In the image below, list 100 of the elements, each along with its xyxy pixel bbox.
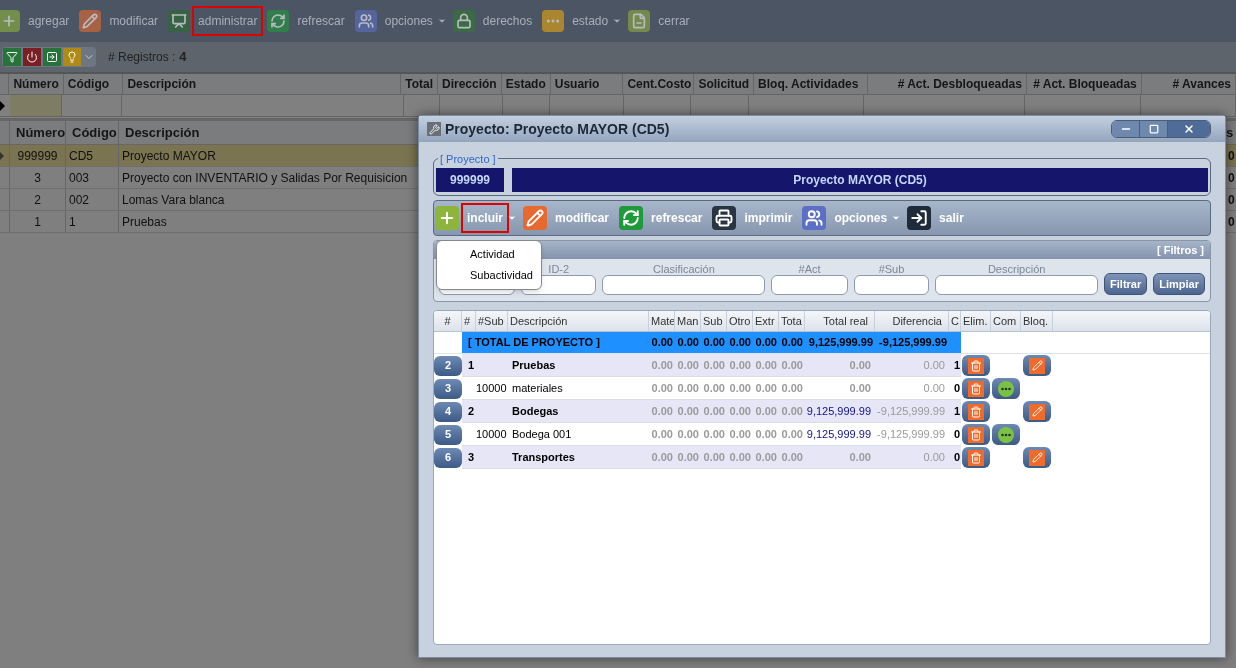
filter-label: #Sub	[878, 262, 905, 275]
filter-button[interactable]: Limpiar	[1153, 273, 1205, 295]
total-label: [ TOTAL DE PROYECTO ]	[467, 335, 601, 351]
column-header[interactable]: Código	[63, 74, 124, 94]
table-cell: 3	[10, 167, 66, 188]
column-header[interactable]: Bloq. Actividades	[754, 74, 868, 94]
table-cell-text: 0.00	[650, 403, 674, 419]
column-header[interactable]: # Act. Bloqueadas	[1026, 74, 1142, 94]
toolbar-button[interactable]: refrescar	[647, 205, 707, 231]
table-cell-text: 0.00	[754, 380, 778, 396]
project-number: 999999	[436, 168, 504, 192]
filter-button[interactable]: Filtrar	[1104, 273, 1148, 295]
column-header[interactable]: Número	[10, 121, 66, 144]
table-cell-text: 0.00	[728, 380, 752, 396]
column-header[interactable]: Solicitud	[694, 74, 755, 94]
column-header[interactable]: Man	[675, 311, 701, 331]
toolbar-button[interactable]: cerrar	[654, 8, 694, 34]
table-cell-text: 0.00	[754, 403, 778, 419]
column-header[interactable]: #	[462, 311, 476, 331]
records-count: 4	[179, 48, 187, 67]
column-header[interactable]: s	[1226, 121, 1236, 144]
column-header[interactable]: Com	[991, 311, 1021, 331]
toolbar-button[interactable]: opciones	[830, 205, 892, 231]
table-cell-text: 0.00	[650, 426, 674, 442]
table-cell-text: 0.00	[728, 426, 752, 442]
toolbar-button[interactable]: administrar	[194, 8, 262, 34]
row-number-button[interactable]: 2	[434, 355, 462, 376]
column-header[interactable]: Diferencia	[875, 311, 949, 331]
toolbar-button[interactable]: agregar	[24, 8, 74, 34]
table-cell-text: 0.00	[848, 380, 872, 396]
column-header[interactable]: Otro	[727, 311, 753, 331]
total-value: 0.00	[754, 335, 778, 351]
table-cell-text: 0.00	[702, 357, 726, 373]
column-header[interactable]: Extr	[753, 311, 779, 331]
filter-label: ID-2	[548, 262, 570, 275]
column-header[interactable]: Descripción	[123, 74, 402, 94]
row-number-button[interactable]: 4	[434, 401, 462, 422]
total-value: 0.00	[676, 335, 700, 351]
table-cell-text: Transportes	[511, 449, 576, 465]
table-row[interactable]: 2 Bodegas 0.00 0.00 0.00 0.00 0.00 0.00 9,125,999.99 -9,125,999.99 1	[462, 400, 961, 423]
table-cell-text: 0.00	[848, 357, 872, 373]
column-header[interactable]: Dirección	[438, 74, 502, 94]
menu-item[interactable]: Subactividad	[437, 265, 541, 286]
column-header[interactable]: Código	[66, 121, 119, 144]
table-cell-text: 0.00	[650, 449, 674, 465]
column-header[interactable]: Estado	[501, 74, 551, 94]
column-header[interactable]: Cent.Costo	[623, 74, 695, 94]
table-cell-text: Pruebas	[511, 357, 557, 373]
table-cell: 002	[66, 189, 119, 210]
table-cell-text: 0.00	[780, 403, 804, 419]
row-number-button[interactable]: 3	[434, 378, 462, 399]
toolbar-button[interactable]: opciones	[380, 8, 437, 34]
toolbar-button[interactable]: modificar	[105, 8, 163, 34]
table-cell-text: 0	[1228, 169, 1236, 187]
column-header[interactable]: Tota	[779, 311, 805, 331]
column-header[interactable]: #	[434, 311, 462, 331]
table-cell-text: 0.00	[728, 357, 752, 373]
table-cell-text: 3	[467, 449, 476, 465]
column-header[interactable]: Total	[401, 74, 438, 94]
column-header[interactable]: C	[949, 311, 961, 331]
table-cell-text: 0.00	[922, 380, 946, 396]
menu-item[interactable]: Actividad	[437, 244, 541, 265]
toolbar-button[interactable]: imprimir	[740, 205, 797, 231]
table-row[interactable]: 3 Transportes 0.00 0.00 0.00 0.00 0.00 0.00 0.00 0.00 0	[462, 446, 961, 469]
table-cell: 1	[10, 211, 66, 232]
column-header[interactable]: Descripción	[508, 311, 649, 331]
column-header[interactable]: # Avances	[1141, 74, 1236, 94]
total-value: 0.00	[650, 335, 674, 351]
table-cell-text: 10000	[476, 380, 508, 396]
toolbar-button[interactable]: salir	[935, 205, 968, 231]
table-row[interactable]: 1 Pruebas 0.00 0.00 0.00 0.00 0.00 0.00 0.00 0.00 1	[462, 354, 961, 377]
total-value: 0.00	[780, 335, 804, 351]
column-header[interactable]: # Act. Desbloqueadas	[868, 74, 1027, 94]
column-header[interactable]: Número	[9, 74, 64, 94]
column-header[interactable]: Bloq.	[1021, 311, 1053, 331]
row-number-button[interactable]: 5	[434, 424, 462, 445]
table-cell-text: 0.00	[676, 426, 700, 442]
table-cell-text: 1	[952, 357, 961, 373]
row-number-button[interactable]: 6	[434, 447, 462, 468]
table-cell-text: Bodegas	[511, 403, 560, 419]
table-cell-text: 9,125,999.99	[805, 403, 872, 419]
column-header[interactable]: Usuario	[550, 74, 624, 94]
toolbar-button[interactable]: derechos	[478, 8, 537, 34]
column-header[interactable]: Total real	[805, 311, 875, 331]
table-cell-text: 0.00	[848, 449, 872, 465]
table-cell-text: -9,125,999.99	[876, 426, 946, 442]
table-cell-text: 0	[952, 449, 961, 465]
column-header[interactable]: Sub	[701, 311, 727, 331]
table-cell-text: 10000	[476, 426, 508, 442]
toolbar-button[interactable]: modificar	[551, 205, 614, 231]
toolbar-button[interactable]: incluir	[463, 205, 507, 231]
toolbar-button[interactable]: refrescar	[293, 8, 349, 34]
table-cell-text: 0.00	[922, 357, 946, 373]
column-header[interactable]: Elim.	[961, 311, 991, 331]
toolbar-button[interactable]: estado	[568, 8, 613, 34]
total-value: 9,125,999.99	[807, 335, 874, 351]
column-header[interactable]: #Sub	[476, 311, 508, 331]
table-cell-text: 0.00	[780, 380, 804, 396]
table-cell-text: 0.00	[676, 380, 700, 396]
table-cell: 1	[66, 211, 119, 232]
